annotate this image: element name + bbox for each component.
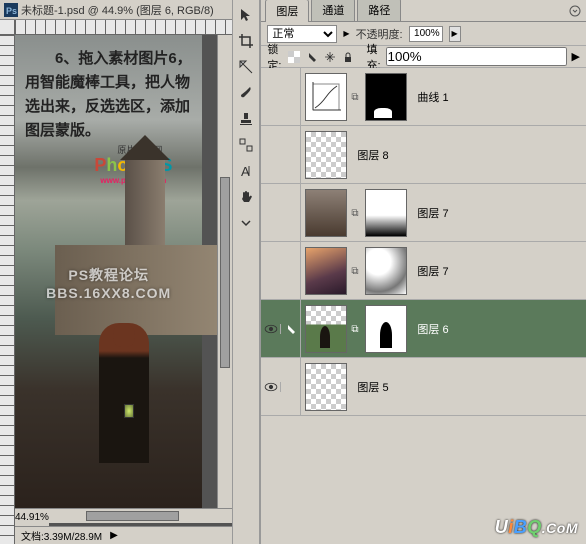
link-column[interactable] <box>281 300 301 357</box>
type-tool-icon[interactable]: A <box>233 159 259 183</box>
opacity-label: 不透明度: <box>356 26 403 42</box>
tab-paths[interactable]: 路径 <box>357 0 401 21</box>
lock-pixels-icon[interactable] <box>304 49 320 65</box>
mask-link-icon[interactable]: ⧉ <box>351 208 361 218</box>
artwork: 6、拖入素材图片6，用智能魔棒工具，把人物选出来，反选选区，添加图层蒙版。 原片… <box>15 35 202 508</box>
layer-thumb[interactable] <box>305 189 347 237</box>
arrow-tool-icon[interactable] <box>233 3 259 27</box>
layer-thumb[interactable] <box>305 305 347 353</box>
lock-icons-group <box>286 49 356 65</box>
layer-thumb[interactable] <box>305 131 347 179</box>
lock-all-icon[interactable] <box>340 49 356 65</box>
blend-arrow-icon[interactable]: ▶ <box>343 29 349 38</box>
mask-thumb[interactable] <box>365 73 407 121</box>
layer-thumb[interactable] <box>305 363 347 411</box>
ps-icon: Ps <box>4 3 18 17</box>
crop-tool-icon[interactable] <box>233 29 259 53</box>
layer-name[interactable]: 图层 6 <box>411 321 452 337</box>
layers-list[interactable]: ⧉ 曲线 1 图层 8 ⧉ <box>261 68 586 544</box>
eye-icon <box>264 382 278 392</box>
canvas-wrap: 6、拖入素材图片6，用智能魔棒工具，把人物选出来，反选选区，添加图层蒙版。 原片… <box>0 35 232 544</box>
hand-tool-icon[interactable] <box>233 185 259 209</box>
link-column[interactable] <box>281 242 301 299</box>
layer-row[interactable]: ⧉ 曲线 1 <box>261 68 586 126</box>
ruler-horizontal[interactable] <box>15 20 232 35</box>
document-title: 未标题-1.psd @ 44.9% (图层 6, RGB/8) <box>21 2 214 18</box>
link-column[interactable] <box>281 68 301 125</box>
eye-icon <box>264 324 278 334</box>
ruler-origin[interactable] <box>0 20 15 35</box>
layer-thumbs: ⧉ <box>301 69 411 125</box>
visibility-toggle[interactable] <box>261 324 281 334</box>
scrollbar-vertical[interactable] <box>217 35 232 508</box>
layer-row[interactable]: 图层 5 <box>261 358 586 416</box>
panel-tabs: 图层 通道 路径 <box>261 0 586 22</box>
layer-row[interactable]: ⧉ 图层 7 <box>261 184 586 242</box>
layer-thumb[interactable] <box>305 247 347 295</box>
align-tool-icon[interactable] <box>233 133 259 157</box>
scrollbar-horizontal[interactable] <box>49 508 232 523</box>
layer-name[interactable]: 图层 5 <box>351 379 392 395</box>
canvas-view[interactable]: 6、拖入素材图片6，用智能魔棒工具，把人物选出来，反选选区，添加图层蒙版。 原片… <box>15 35 217 508</box>
collapse-icon[interactable] <box>233 211 259 235</box>
mask-thumb[interactable] <box>365 189 407 237</box>
layer-name[interactable]: 图层 7 <box>411 205 452 221</box>
slice-tool-icon[interactable] <box>233 55 259 79</box>
layer-name[interactable]: 图层 8 <box>351 147 392 163</box>
brush-tool-icon[interactable] <box>233 81 259 105</box>
mask-link-icon[interactable]: ⧉ <box>351 324 361 334</box>
blend-opacity-row: 正常 ▶ 不透明度: ▶ <box>261 22 586 46</box>
adjustment-thumb[interactable] <box>305 73 347 121</box>
svg-text:Ps: Ps <box>6 6 17 16</box>
layer-row[interactable]: 图层 8 <box>261 126 586 184</box>
artwork-figure <box>99 323 149 463</box>
app-root: Ps 未标题-1.psd @ 44.9% (图层 6, RGB/8) 6、拖入素… <box>0 0 586 544</box>
link-column[interactable] <box>281 358 301 415</box>
document-info[interactable]: 文档:3.39M/28.9M <box>15 528 108 543</box>
status-arrow-icon[interactable]: ▶ <box>110 530 118 541</box>
lock-position-icon[interactable] <box>322 49 338 65</box>
panel-menu-icon[interactable] <box>568 4 582 21</box>
layers-panel: 图层 通道 路径 正常 ▶ 不透明度: ▶ 锁定: 填充: ▶ <box>260 0 586 544</box>
mini-toolbar: A <box>232 0 260 544</box>
document-area: Ps 未标题-1.psd @ 44.9% (图层 6, RGB/8) 6、拖入素… <box>0 0 232 544</box>
lock-fill-row: 锁定: 填充: ▶ <box>261 46 586 68</box>
tab-channels[interactable]: 通道 <box>311 0 355 21</box>
zoom-level[interactable]: 44.91% <box>15 508 49 526</box>
lock-transparent-icon[interactable] <box>286 49 302 65</box>
fill-arrow-icon[interactable]: ▶ <box>572 50 580 63</box>
mask-thumb[interactable] <box>365 247 407 295</box>
document-status-bar: 文档:3.39M/28.9M ▶ <box>15 526 232 544</box>
layer-name[interactable]: 图层 7 <box>411 263 452 279</box>
mask-link-icon[interactable]: ⧉ <box>351 266 361 276</box>
visibility-toggle[interactable] <box>261 382 281 392</box>
link-column[interactable] <box>281 126 301 183</box>
active-layer-icon <box>285 323 297 335</box>
ruler-vertical[interactable] <box>0 35 15 544</box>
artwork-instruction-text: 6、拖入素材图片6，用智能魔棒工具，把人物选出来，反选选区，添加图层蒙版。 <box>25 47 192 143</box>
document-tab[interactable]: Ps 未标题-1.psd @ 44.9% (图层 6, RGB/8) <box>0 0 232 20</box>
layer-row[interactable]: ⧉ 图层 7 <box>261 242 586 300</box>
layer-row[interactable]: ⧉ 图层 6 <box>261 300 586 358</box>
opacity-arrow-icon[interactable]: ▶ <box>449 26 461 42</box>
mask-thumb[interactable] <box>365 305 407 353</box>
canvas-scroll: 6、拖入素材图片6，用智能魔棒工具，把人物选出来，反选选区，添加图层蒙版。 原片… <box>15 35 232 508</box>
layer-name[interactable]: 曲线 1 <box>411 89 452 105</box>
opacity-input[interactable] <box>409 26 443 42</box>
uibq-watermark: UiBQ.CoM <box>495 517 578 538</box>
link-column[interactable] <box>281 184 301 241</box>
canvas-column: 6、拖入素材图片6，用智能魔棒工具，把人物选出来，反选选区，添加图层蒙版。 原片… <box>15 35 232 544</box>
artwork-lantern <box>124 404 134 418</box>
mask-link-icon[interactable]: ⧉ <box>351 92 361 102</box>
tab-layers[interactable]: 图层 <box>265 0 309 22</box>
fill-input[interactable] <box>386 47 567 66</box>
stamp-tool-icon[interactable] <box>233 107 259 131</box>
artwork-watermark: PS教程论坛 BBS.16XX8.COM <box>46 265 171 301</box>
